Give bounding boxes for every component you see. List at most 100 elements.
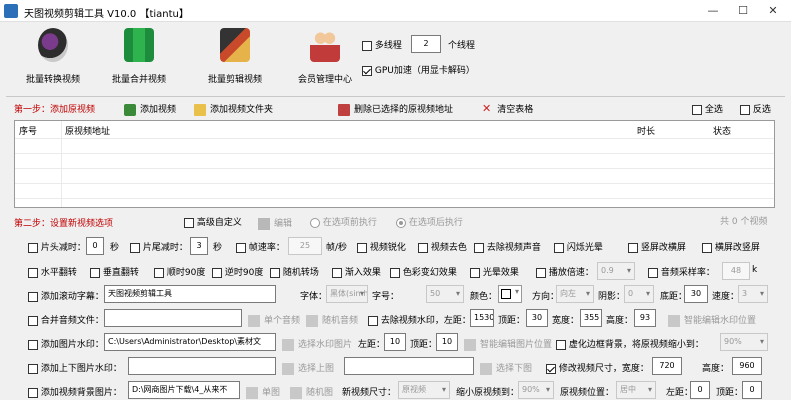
batch-edit-label: 批量剪辑视频 [207,75,262,85]
sample-rate-input[interactable]: 48 [722,262,750,280]
scroll-caption-checkbox[interactable] [28,291,38,302]
tail-cut-input[interactable]: 3 [190,237,208,255]
vflip-checkbox[interactable] [90,267,100,278]
video-table[interactable]: 序号 原视频地址 时长 状态 [14,120,775,208]
single-bg-button[interactable]: 单图 [246,385,280,399]
watermark-width-input[interactable]: 355 [580,309,602,327]
batch-merge-button[interactable]: 批量合并视频 [100,28,178,88]
add-folder-button[interactable]: 添加视频文件夹 [194,102,273,116]
edit-button[interactable]: 编辑 [258,216,292,230]
bottom-input[interactable]: 30 [684,285,708,303]
exec-before-radio[interactable] [310,217,320,228]
direction-select[interactable]: 向左 [556,285,594,303]
vert-to-horiz-label: 竖屏改横屏 [640,243,686,253]
pic-left-input[interactable]: 10 [384,333,406,351]
scale-to-select[interactable]: 90% [518,381,554,399]
shadow-select[interactable]: 0 [624,285,654,303]
batch-edit-button[interactable]: 批量剪辑视频 [196,28,274,88]
vert-to-horiz-checkbox[interactable] [628,242,638,253]
flash-checkbox[interactable] [554,242,564,253]
watermark-height-input[interactable]: 93 [634,309,656,327]
member-center-button[interactable]: 会员管理中心 [286,28,364,88]
rotate-cw-checkbox[interactable] [154,267,164,278]
fps-input[interactable]: 25 [288,237,322,255]
decolor-checkbox[interactable] [418,242,428,253]
thread-count-input[interactable]: 2 [411,35,441,53]
speed-checkbox[interactable] [536,267,546,278]
sample-rate-checkbox[interactable] [648,267,658,278]
remove-watermark-checkbox[interactable] [368,315,378,326]
select-watermark-pic-button[interactable]: 选择水印图片 [282,337,352,351]
bottom-pic-path-input[interactable] [344,357,474,375]
modify-size-checkbox[interactable] [546,363,556,374]
fade-in-checkbox[interactable] [332,267,342,278]
watermark-top-input[interactable]: 30 [526,309,548,327]
batch-convert-button[interactable]: 批量转换视频 [14,28,92,88]
minimize-button[interactable]: — [698,2,728,20]
font-select[interactable]: 黑体(simhei) [326,285,368,303]
position-select[interactable]: 居中 [616,381,656,399]
virtual-bg-checkbox[interactable] [556,339,566,350]
chevron-down-icon: ▾ [514,287,519,296]
caption-text-input[interactable]: 天图视频剪辑工具 [104,285,276,303]
sharpen-checkbox[interactable] [357,242,367,253]
tail-cut-checkbox[interactable] [130,242,140,253]
merge-film-icon [124,28,154,62]
watermark-height-label: 高度： [606,316,634,326]
horiz-to-vert-checkbox[interactable] [702,242,712,253]
bg-pic-checkbox[interactable] [28,387,38,398]
speed-select[interactable]: 0.9 [597,262,635,280]
bg-pic-path-input[interactable]: D:\网商图片下载\4_从来不 [128,381,240,399]
pic-watermark-checkbox[interactable] [28,339,38,350]
watermark-left-input[interactable]: 1530 [470,309,494,327]
smart-watermark-button[interactable]: 智能编辑水印位置 [668,313,756,327]
top-pic-path-input[interactable] [128,357,276,375]
single-audio-button[interactable]: 单个音频 [248,313,300,327]
gpu-checkbox[interactable] [362,65,372,76]
head-cut-checkbox[interactable] [28,242,38,253]
close-button[interactable]: ✕ [758,2,788,20]
maximize-button[interactable]: ☐ [728,2,758,20]
merge-audio-checkbox[interactable] [28,315,38,326]
rotate-ccw-checkbox[interactable] [212,267,222,278]
pic-watermark-path-input[interactable]: C:\Users\Administrator\Desktop\素材文 [104,333,276,351]
bg-top-input[interactable]: 0 [742,381,762,399]
audio-path-input[interactable] [104,309,242,327]
window-title: 天图视频剪辑工具 V10.0 【tiantu】 [24,9,189,20]
color-change-checkbox[interactable] [390,267,400,278]
exec-after-radio[interactable] [396,217,406,228]
select-all-checkbox[interactable] [692,104,702,115]
color-picker[interactable]: ▾ [498,285,522,303]
delete-selected-button[interactable]: 删除已选择的原视频地址 [338,102,453,116]
select-top-pic-button[interactable]: 选择上图 [282,361,334,375]
bottom-label: 底距： [660,292,688,302]
new-width-input[interactable]: 720 [652,357,682,375]
sharpen-label: 视频锐化 [369,243,406,253]
bg-left-input[interactable]: 0 [690,381,710,399]
select-bottom-pic-button[interactable]: 选择下图 [480,361,532,375]
random-audio-button[interactable]: 随机音频 [306,313,358,327]
font-size-select[interactable]: 50 [426,285,464,303]
light-effect-checkbox[interactable] [470,267,480,278]
vflip-label: 垂直翻转 [102,268,139,278]
random-transition-checkbox[interactable] [270,267,280,278]
virtual-scale-select[interactable]: 90% [720,333,768,351]
pic-top-input[interactable]: 10 [436,333,458,351]
multithread-checkbox[interactable] [362,40,372,51]
random-bg-button[interactable]: 随机图 [290,385,333,399]
hflip-checkbox[interactable] [28,267,38,278]
new-height-input[interactable]: 960 [732,357,762,375]
remove-audio-checkbox[interactable] [474,242,484,253]
head-cut-input[interactable]: 0 [86,237,104,255]
add-video-button[interactable]: 添加视频 [124,102,176,116]
bg-left-label: 左距： [666,388,694,398]
clear-table-button[interactable]: ✕ 清空表格 [482,102,533,115]
invert-selection-checkbox[interactable] [740,104,750,115]
fps-checkbox[interactable] [236,242,246,253]
new-size-select[interactable]: 原视频 [398,381,450,399]
caption-speed-select[interactable]: 3 [738,285,768,303]
top-bottom-pic-checkbox[interactable] [28,363,38,374]
smart-pic-pos-button[interactable]: 智能编辑图片位置 [464,337,552,351]
exec-after-label: 在选项后执行 [408,218,463,228]
advanced-checkbox[interactable] [184,217,194,228]
